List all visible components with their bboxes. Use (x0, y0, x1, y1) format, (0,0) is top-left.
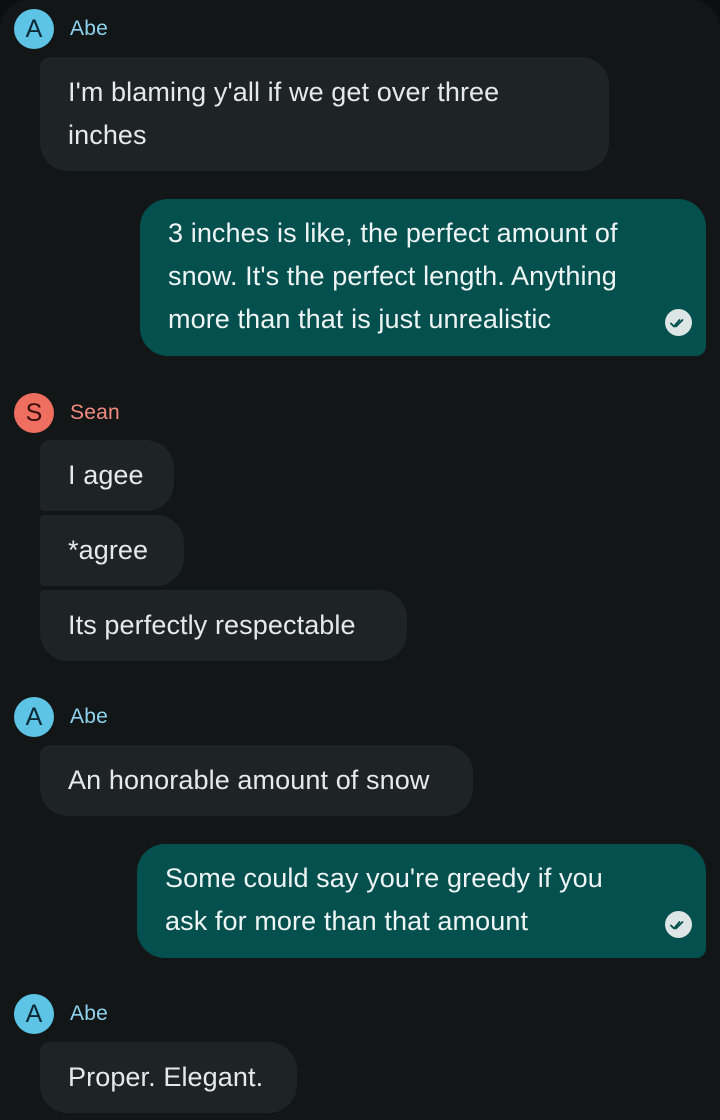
message-bubble-incoming[interactable]: An honorable amount of snow (40, 745, 473, 816)
message-text: Some could say you're greedy if you ask … (165, 863, 603, 936)
sender-header-abe: A Abe (14, 9, 108, 49)
avatar[interactable]: S (14, 393, 54, 433)
message-bubble-incoming[interactable]: *agree (40, 515, 184, 586)
message-bubble-outgoing[interactable]: 3 inches is like, the perfect amount of … (140, 199, 706, 356)
message-bubble-incoming[interactable]: I'm blaming y'all if we get over three i… (40, 57, 609, 171)
sender-name: Abe (70, 705, 108, 728)
message-text: I'm blaming y'all if we get over three i… (68, 77, 500, 150)
sender-name: Abe (70, 17, 108, 40)
sender-name: Abe (70, 1002, 108, 1025)
message-text: 3 inches is like, the perfect amount of … (168, 218, 618, 334)
avatar[interactable]: A (14, 9, 54, 49)
message-bubble-incoming[interactable]: Proper. Elegant. (40, 1042, 297, 1113)
message-text: Proper. Elegant. (68, 1062, 264, 1092)
message-bubble-incoming[interactable]: Its perfectly respectable (40, 590, 407, 661)
avatar[interactable]: A (14, 697, 54, 737)
message-text: I agee (68, 460, 144, 490)
avatar[interactable]: A (14, 994, 54, 1034)
message-text: *agree (68, 535, 149, 565)
sender-header-abe: A Abe (14, 697, 108, 737)
conversation-view[interactable]: A Abe I'm blaming y'all if we get over t… (0, 0, 720, 1120)
sender-header-sean: S Sean (14, 393, 120, 433)
message-bubble-outgoing[interactable]: Some could say you're greedy if you ask … (137, 844, 706, 958)
message-text: An honorable amount of snow (68, 765, 430, 795)
message-bubble-incoming[interactable]: I agee (40, 440, 174, 511)
read-check-icon (665, 911, 692, 938)
sender-header-abe: A Abe (14, 994, 108, 1034)
sender-name: Sean (70, 401, 120, 424)
message-text: Its perfectly respectable (68, 610, 356, 640)
read-check-icon (665, 309, 692, 336)
